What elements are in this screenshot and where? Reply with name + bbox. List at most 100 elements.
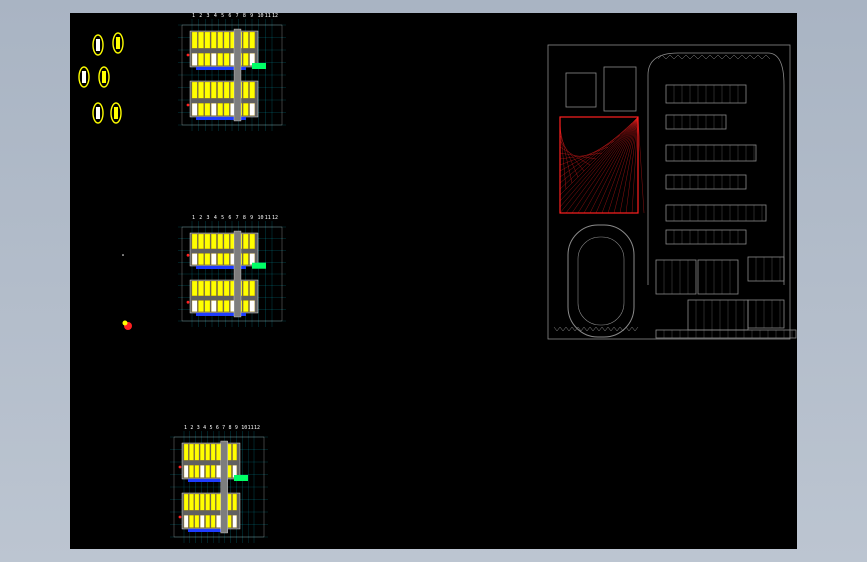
parking-stall: [721, 54, 731, 60]
room: [216, 465, 221, 478]
hatch-line: [589, 116, 639, 214]
parking-stall: [673, 54, 683, 60]
room: [191, 81, 198, 99]
site-building: [655, 259, 697, 295]
room: [183, 515, 189, 528]
room: [217, 280, 223, 297]
room: [194, 493, 200, 511]
room: [232, 443, 237, 461]
room: [210, 443, 216, 461]
floor-plan-3: 1 2 3 4 5 6 7 8 9 10 11 12: [170, 425, 268, 543]
site-plan: [547, 44, 797, 340]
room: [189, 493, 194, 511]
axis-tick-label: 7: [236, 13, 239, 19]
detail-symbol: [82, 71, 86, 83]
room: [249, 280, 255, 297]
parking-stall: [689, 54, 699, 60]
room: [194, 515, 200, 528]
room: [217, 81, 223, 99]
room: [204, 300, 211, 312]
room: [204, 280, 211, 297]
room: [183, 443, 189, 461]
room: [210, 515, 216, 528]
hatch-line: [583, 116, 639, 214]
site-building: [687, 299, 749, 331]
axis-tick-label: 11: [265, 13, 271, 19]
hatch-line: [559, 116, 639, 214]
room: [223, 53, 230, 66]
cad-drawing-canvas[interactable]: 1 2 3 4 5 6 7 8 9 10 11 121 2 3 4 5 6 7 8 9 10 11 121 2 3 4 5 6 7 8 9 1…: [70, 13, 797, 549]
floor-plan-2: 1 2 3 4 5 6 7 8 9 10 11 12: [178, 215, 286, 327]
site-building: [665, 144, 757, 162]
site-boundary: [547, 44, 791, 340]
room: [211, 81, 217, 99]
parking-stall: [601, 326, 609, 332]
small-building: [565, 72, 597, 108]
room: [216, 493, 221, 511]
room: [223, 300, 230, 312]
room: [217, 103, 223, 116]
cad-model-space[interactable]: 1 2 3 4 5 6 7 8 9 10 11 12 1 2 3 4 5 6 7 8 9 10 11 12 1 2 3 4 5 6 7 8 9 1…: [70, 13, 797, 549]
room: [211, 280, 217, 297]
parking-stall: [745, 54, 755, 60]
room: [216, 515, 221, 528]
axis-tick-label: 5: [221, 215, 224, 221]
axis-tick-label: 6: [228, 215, 231, 221]
room: [205, 465, 210, 478]
axis-tick-label: 5: [209, 425, 212, 431]
room: [211, 53, 217, 66]
section-marker: [122, 320, 128, 326]
marker: [178, 465, 182, 469]
parking-stall: [625, 326, 633, 332]
hatch-line: [631, 116, 639, 214]
room: [243, 103, 249, 116]
room: [191, 253, 198, 265]
parking-stall: [697, 54, 707, 60]
room: [223, 103, 230, 116]
room: [189, 515, 194, 528]
axis-tick-label: 12: [272, 215, 278, 221]
room: [243, 300, 249, 312]
parking-stall: [729, 54, 739, 60]
axis-tick-label: 2: [199, 215, 202, 221]
parking-stall: [613, 326, 621, 332]
parking-stall: [589, 326, 597, 332]
room: [243, 253, 249, 265]
room: [217, 233, 223, 250]
room: [204, 253, 211, 265]
marker: [178, 515, 182, 519]
green-annotation: [234, 475, 248, 481]
axis-tick-label: 11: [265, 215, 271, 221]
axis-tick-label: 5: [221, 13, 224, 19]
room: [217, 31, 223, 49]
room: [223, 280, 230, 297]
parking-stall: [753, 54, 763, 60]
room: [191, 103, 198, 116]
parking-stall: [631, 326, 639, 332]
site-building: [747, 299, 785, 329]
axis-tick-label: 1: [192, 215, 195, 221]
room: [216, 443, 221, 461]
hatch-line: [559, 122, 633, 190]
room: [198, 280, 204, 297]
hatch-line: [625, 116, 639, 214]
parking-stall: [553, 326, 561, 332]
detail-symbol: [102, 71, 106, 83]
room: [204, 233, 211, 250]
point-marker: [122, 254, 124, 256]
room: [205, 493, 210, 511]
room: [249, 31, 255, 49]
parking-stall: [565, 326, 573, 332]
site-building: [665, 204, 767, 222]
room: [205, 443, 210, 461]
parking-stall: [583, 326, 591, 332]
axis-tick-label: 1: [184, 425, 187, 431]
room: [243, 53, 249, 66]
axis-tick-label: 1: [192, 13, 195, 19]
room: [198, 31, 204, 49]
detail-symbol: [116, 37, 120, 49]
room: [194, 443, 200, 461]
axis-tick-label: 10: [257, 13, 263, 19]
hatch-line: [613, 116, 639, 214]
room: [191, 31, 198, 49]
